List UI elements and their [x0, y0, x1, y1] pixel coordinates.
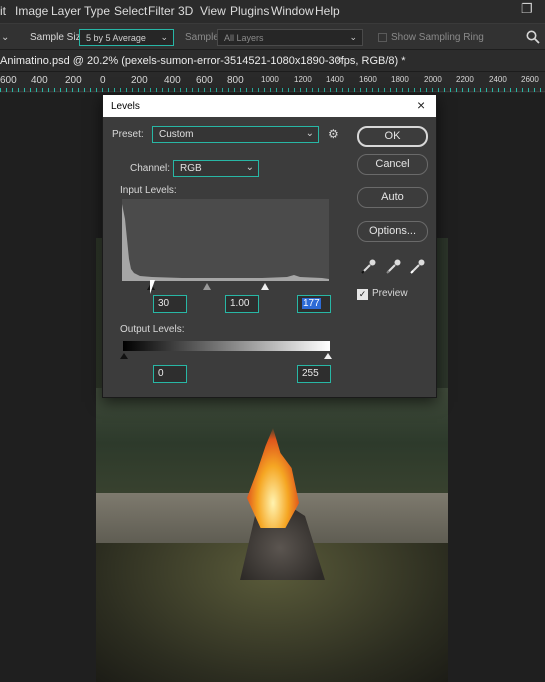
- menu-image[interactable]: Image: [15, 4, 48, 18]
- output-black-slider[interactable]: [120, 353, 128, 359]
- menu-plugins[interactable]: Plugins: [230, 4, 269, 18]
- input-gamma-value: 1.00: [230, 298, 250, 309]
- menu-bar: it Image Layer Type Select Filter 3D Vie…: [0, 0, 545, 23]
- input-levels-label: Input Levels:: [120, 185, 177, 196]
- preset-label: Preset:: [112, 129, 144, 140]
- menu-type[interactable]: Type: [84, 4, 110, 18]
- show-ring-checkbox[interactable]: [378, 33, 387, 42]
- preset-select[interactable]: Custom ⌄: [152, 126, 319, 143]
- chevron-down-icon: ⌄: [245, 162, 254, 173]
- ruler-tick: 600: [0, 75, 17, 86]
- auto-button[interactable]: Auto: [357, 187, 428, 208]
- input-black-field[interactable]: 30: [153, 295, 187, 313]
- menu-help[interactable]: Help: [315, 4, 340, 18]
- document-tab-bar: Animatino.psd @ 20.2% (pexels-sumon-erro…: [0, 50, 545, 72]
- preset-value: Custom: [159, 129, 194, 140]
- close-icon[interactable]: ×: [417, 97, 425, 113]
- horizontal-ruler: 600 400 200 0 200 400 600 800 1000 1200 …: [0, 72, 545, 92]
- ruler-tick: 400: [164, 75, 181, 86]
- sample-size-value: 5 by 5 Average: [86, 33, 146, 43]
- show-ring-label: Show Sampling Ring: [391, 32, 484, 43]
- chevron-down-icon: ⌄: [349, 32, 357, 42]
- ruler-tick: 200: [131, 75, 148, 86]
- ruler-tick: 1000: [261, 75, 279, 84]
- gear-icon[interactable]: ⚙: [328, 127, 339, 141]
- ruler-ticks: [0, 88, 545, 92]
- chevron-down-icon: ⌄: [305, 128, 314, 139]
- ruler-tick: 0: [100, 75, 106, 86]
- ruler-tick: 1400: [326, 75, 344, 84]
- sample-select[interactable]: All Layers ⌄: [217, 29, 363, 46]
- ruler-tick: 800: [227, 75, 244, 86]
- input-white-slider[interactable]: [261, 283, 269, 290]
- output-levels-label: Output Levels:: [120, 324, 185, 335]
- channel-select[interactable]: RGB ⌄: [173, 160, 259, 177]
- channel-value: RGB: [180, 163, 202, 174]
- ruler-tick: 200: [65, 75, 82, 86]
- output-black-value: 0: [158, 368, 164, 379]
- sample-value: All Layers: [224, 33, 264, 43]
- output-white-field[interactable]: 255: [297, 365, 331, 383]
- levels-dialog: Levels × Preset: Custom ⌄ ⚙ Channel: RGB…: [102, 94, 437, 398]
- options-bar: ⌄ Sample Size: 5 by 5 Average ⌄ Sample: …: [0, 23, 545, 50]
- ok-button[interactable]: OK: [357, 126, 428, 147]
- ruler-tick: 2200: [456, 75, 474, 84]
- cancel-button[interactable]: Cancel: [357, 154, 428, 175]
- levels-titlebar[interactable]: Levels ×: [103, 95, 436, 117]
- menu-edit[interactable]: it: [0, 4, 6, 18]
- close-tab-icon[interactable]: ×: [336, 55, 342, 66]
- ruler-tick: 600: [196, 75, 213, 86]
- mouse-cursor: [150, 280, 155, 294]
- menu-view[interactable]: View: [200, 4, 226, 18]
- channel-label: Channel:: [130, 163, 171, 174]
- histogram-graph: [122, 204, 329, 281]
- output-white-slider[interactable]: [324, 353, 332, 359]
- sample-size-select[interactable]: 5 by 5 Average ⌄: [79, 29, 174, 46]
- output-white-value: 255: [302, 368, 319, 379]
- preview-checkbox[interactable]: ✓: [357, 289, 368, 300]
- gray-eyedropper-icon[interactable]: [385, 257, 403, 275]
- ruler-tick: 1200: [294, 75, 312, 84]
- chevron-down-icon: ⌄: [160, 32, 168, 42]
- menu-select[interactable]: Select: [114, 4, 147, 18]
- output-black-field[interactable]: 0: [153, 365, 187, 383]
- menu-filter[interactable]: Filter: [148, 4, 175, 18]
- ruler-tick: 2400: [489, 75, 507, 84]
- preview-label: Preview: [372, 288, 408, 299]
- histogram: [122, 199, 329, 281]
- input-white-field[interactable]: 177: [297, 295, 331, 313]
- menu-3d[interactable]: 3D: [178, 4, 193, 18]
- document-tab[interactable]: Animatino.psd @ 20.2% (pexels-sumon-erro…: [0, 55, 406, 67]
- ruler-tick: 2000: [424, 75, 442, 84]
- ruler-tick: 2600: [521, 75, 539, 84]
- ruler-tick: 1600: [359, 75, 377, 84]
- white-eyedropper-icon[interactable]: [409, 257, 427, 275]
- menu-window[interactable]: Window: [271, 4, 314, 18]
- input-black-value: 30: [158, 298, 170, 309]
- output-gradient: [123, 341, 330, 351]
- search-icon[interactable]: [526, 30, 540, 44]
- input-white-value: 177: [302, 298, 321, 309]
- input-gamma-field[interactable]: 1.00: [225, 295, 259, 313]
- levels-title: Levels: [111, 101, 140, 112]
- input-gamma-slider[interactable]: [203, 283, 211, 290]
- black-eyedropper-icon[interactable]: [360, 257, 378, 275]
- options-chevron-icon[interactable]: ⌄: [1, 32, 9, 43]
- ruler-tick: 400: [31, 75, 48, 86]
- restore-window-icon[interactable]: ❐: [521, 1, 535, 16]
- ruler-tick: 1800: [391, 75, 409, 84]
- options-button[interactable]: Options...: [357, 221, 428, 242]
- menu-layer[interactable]: Layer: [51, 4, 81, 18]
